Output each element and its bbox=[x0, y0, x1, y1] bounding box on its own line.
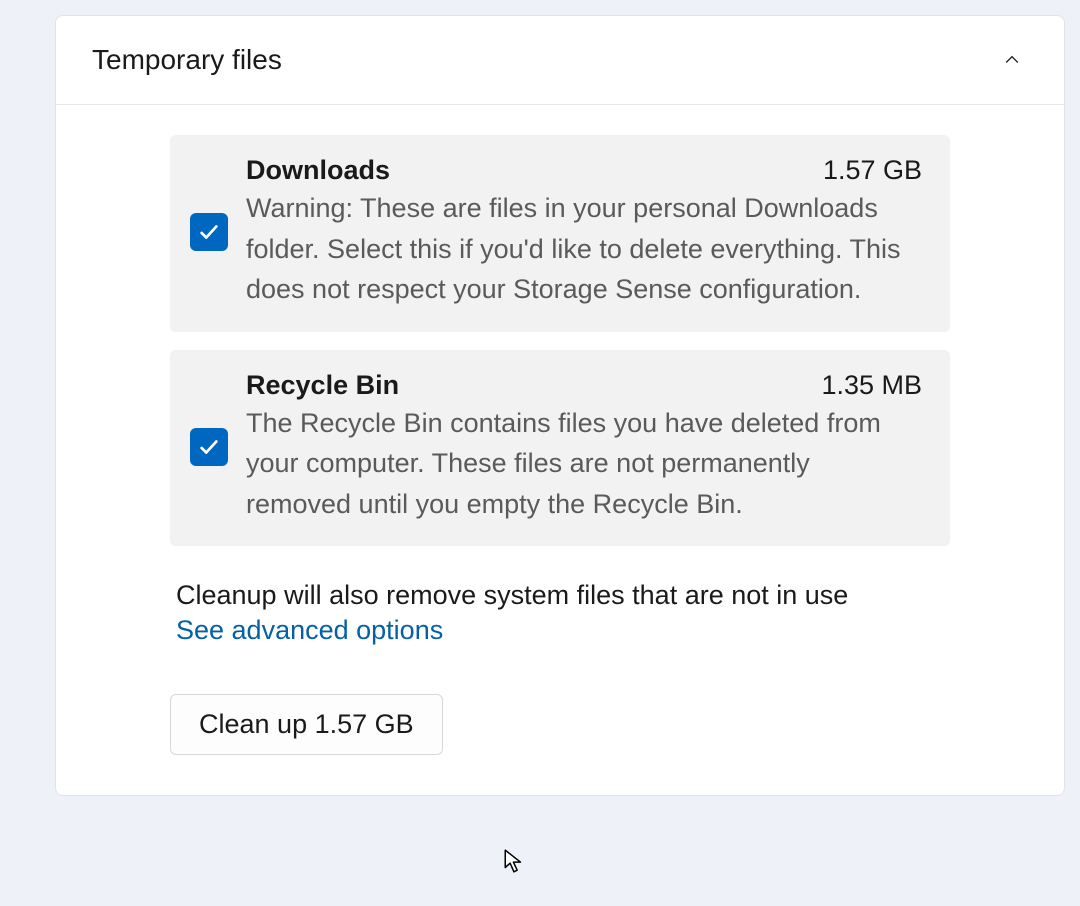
item-downloads: Downloads 1.57 GB Warning: These are fil… bbox=[170, 135, 950, 332]
item-title: Downloads bbox=[246, 155, 390, 186]
cleanup-button[interactable]: Clean up 1.57 GB bbox=[170, 694, 443, 755]
temporary-files-panel: Temporary files Downloads 1.57 GB Warnin… bbox=[55, 15, 1065, 796]
item-content: Downloads 1.57 GB Warning: These are fil… bbox=[246, 155, 922, 310]
item-content: Recycle Bin 1.35 MB The Recycle Bin cont… bbox=[246, 370, 922, 525]
item-size: 1.57 GB bbox=[823, 155, 922, 186]
chevron-up-icon bbox=[1000, 48, 1024, 72]
panel-header[interactable]: Temporary files bbox=[56, 16, 1064, 105]
panel-title: Temporary files bbox=[92, 44, 282, 76]
item-description: Warning: These are files in your persona… bbox=[246, 188, 922, 310]
checkbox-recycle-bin[interactable] bbox=[190, 428, 228, 466]
panel-body: Downloads 1.57 GB Warning: These are fil… bbox=[56, 105, 1064, 795]
checkbox-downloads[interactable] bbox=[190, 213, 228, 251]
item-header-row: Recycle Bin 1.35 MB bbox=[246, 370, 922, 401]
item-recycle-bin: Recycle Bin 1.35 MB The Recycle Bin cont… bbox=[170, 350, 950, 547]
cleanup-info-text: Cleanup will also remove system files th… bbox=[170, 580, 950, 611]
item-description: The Recycle Bin contains files you have … bbox=[246, 403, 922, 525]
item-header-row: Downloads 1.57 GB bbox=[246, 155, 922, 186]
cursor-icon bbox=[502, 848, 528, 874]
advanced-options-link[interactable]: See advanced options bbox=[170, 615, 443, 646]
item-size: 1.35 MB bbox=[821, 370, 922, 401]
item-title: Recycle Bin bbox=[246, 370, 399, 401]
